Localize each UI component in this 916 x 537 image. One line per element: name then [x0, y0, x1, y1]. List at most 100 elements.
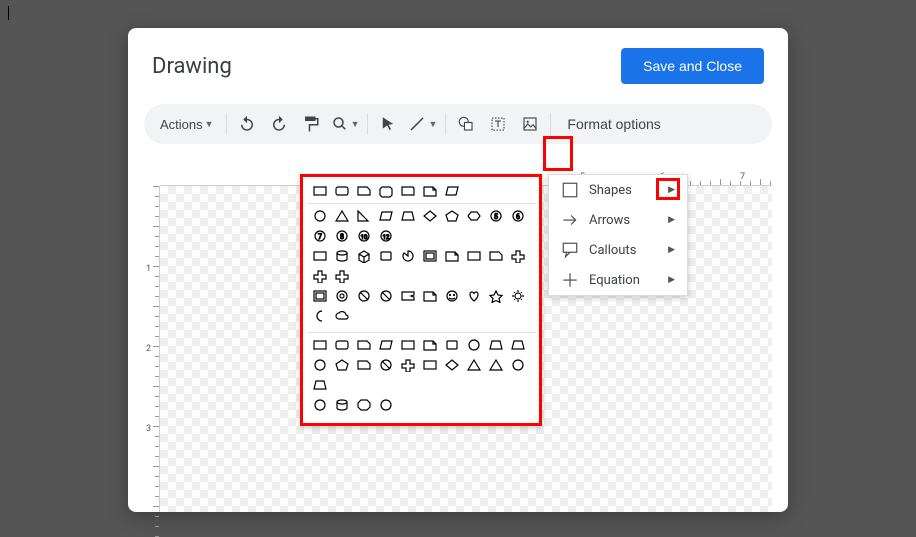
shape-rect[interactable] — [311, 248, 329, 264]
shape-circ[interactable] — [377, 397, 395, 413]
shape-snip[interactable] — [487, 248, 505, 264]
shape-rrect[interactable] — [333, 337, 351, 353]
svg-text:8: 8 — [340, 233, 344, 241]
textbox-tool-button[interactable] — [482, 108, 514, 140]
shape-tri[interactable] — [333, 208, 351, 224]
shape-star[interactable] — [487, 288, 505, 304]
menu-item-arrows[interactable]: Arrows ▶ — [549, 205, 687, 235]
line-tool-button[interactable]: ▼ — [404, 108, 441, 140]
drawing-dialog: Drawing Save and Close Actions▼ ▼ ▼ Form… — [128, 28, 788, 512]
shape-tool-button[interactable] — [450, 108, 482, 140]
shape-snip2[interactable] — [377, 183, 395, 199]
shape-trap[interactable] — [399, 208, 417, 224]
shape-rect[interactable] — [465, 248, 483, 264]
shape-fold[interactable] — [443, 248, 461, 264]
shape-plus[interactable] — [399, 357, 417, 373]
shape-tri[interactable] — [465, 357, 483, 373]
shape-block[interactable] — [399, 288, 417, 304]
shape-cyl[interactable] — [333, 397, 351, 413]
shape-plus[interactable] — [311, 268, 329, 284]
svg-text:12: 12 — [383, 234, 390, 241]
shape-tri[interactable] — [487, 357, 505, 373]
save-and-close-button[interactable]: Save and Close — [621, 48, 764, 84]
shapes-category-icon — [561, 181, 579, 199]
shape-circ[interactable] — [465, 337, 483, 353]
shape-no[interactable] — [377, 357, 395, 373]
shape-rect[interactable] — [311, 337, 329, 353]
shape-rect[interactable] — [311, 183, 329, 199]
shape-cyl[interactable] — [333, 248, 351, 264]
shape-can[interactable] — [377, 248, 395, 264]
shape-diamond[interactable] — [421, 208, 439, 224]
dialog-header: Drawing Save and Close — [128, 28, 788, 104]
submenu-arrow-icon: ▶ — [668, 275, 675, 285]
menu-item-callouts[interactable]: Callouts ▶ — [549, 235, 687, 265]
shape-para[interactable] — [443, 183, 461, 199]
shape-cube[interactable] — [355, 248, 373, 264]
shape-circ[interactable] — [311, 208, 329, 224]
highlight-shapes-submenu-arrow — [656, 178, 680, 200]
svg-text:6: 6 — [516, 213, 520, 221]
shape-rect[interactable] — [421, 357, 439, 373]
shape-sun[interactable] — [509, 288, 527, 304]
shape-round1[interactable] — [399, 183, 417, 199]
shape-n12[interactable]: 12 — [377, 228, 395, 244]
shape-can[interactable] — [443, 337, 461, 353]
zoom-button[interactable]: ▼ — [327, 108, 364, 140]
shape-donut[interactable] — [333, 288, 351, 304]
shape-no[interactable] — [355, 288, 373, 304]
submenu-arrow-icon: ▶ — [668, 245, 675, 255]
shape-para[interactable] — [377, 337, 395, 353]
shape-rect[interactable] — [399, 337, 417, 353]
undo-button[interactable] — [231, 108, 263, 140]
svg-text:7: 7 — [318, 233, 322, 241]
shape-no[interactable] — [377, 288, 395, 304]
shape-fold[interactable] — [421, 337, 439, 353]
shape-moon[interactable] — [311, 308, 329, 324]
shape-fold[interactable] — [421, 288, 439, 304]
shape-n6[interactable]: 6 — [509, 208, 527, 224]
shape-n5[interactable]: 5 — [487, 208, 505, 224]
shape-pent[interactable] — [443, 208, 461, 224]
shape-fold[interactable] — [421, 183, 439, 199]
shape-circ[interactable] — [311, 397, 329, 413]
textbox-icon — [489, 115, 507, 133]
actions-menu-button[interactable]: Actions▼ — [152, 108, 222, 140]
shape-trap[interactable] — [487, 337, 505, 353]
shape-n8[interactable]: 8 — [333, 228, 351, 244]
redo-button[interactable] — [263, 108, 295, 140]
shape-trap[interactable] — [509, 337, 527, 353]
shape-pent[interactable] — [333, 357, 351, 373]
separator — [226, 113, 227, 135]
shape-diamond[interactable] — [443, 357, 461, 373]
shape-rrect[interactable] — [333, 183, 351, 199]
text-cursor — [8, 6, 9, 20]
shape-hex[interactable] — [465, 208, 483, 224]
shape-circ[interactable] — [311, 357, 329, 373]
shape-snip[interactable] — [355, 183, 373, 199]
shape-rtri[interactable] — [355, 208, 373, 224]
menu-item-equation[interactable]: Equation ▶ — [549, 265, 687, 295]
shape-para[interactable] — [377, 208, 395, 224]
shape-snip[interactable] — [355, 337, 373, 353]
shape-snip[interactable] — [355, 357, 373, 373]
shape-plus[interactable] — [509, 248, 527, 264]
shape-trap[interactable] — [311, 377, 329, 393]
shape-n7[interactable]: 7 — [311, 228, 329, 244]
image-tool-button[interactable] — [514, 108, 546, 140]
select-tool-button[interactable] — [372, 108, 404, 140]
shape-pie[interactable] — [399, 248, 417, 264]
shape-smile[interactable] — [443, 288, 461, 304]
shape-plus[interactable] — [333, 268, 351, 284]
select-icon — [379, 115, 397, 133]
shape-frame[interactable] — [421, 248, 439, 264]
shape-circ[interactable] — [509, 357, 527, 373]
shape-oct[interactable] — [355, 397, 373, 413]
svg-text:5: 5 — [494, 213, 498, 221]
format-options-button[interactable]: Format options — [555, 108, 672, 140]
shape-heart[interactable] — [465, 288, 483, 304]
shape-cloud[interactable] — [333, 308, 351, 324]
shape-n10[interactable]: 10 — [355, 228, 373, 244]
paint-format-button[interactable] — [295, 108, 327, 140]
shape-frame[interactable] — [311, 288, 329, 304]
